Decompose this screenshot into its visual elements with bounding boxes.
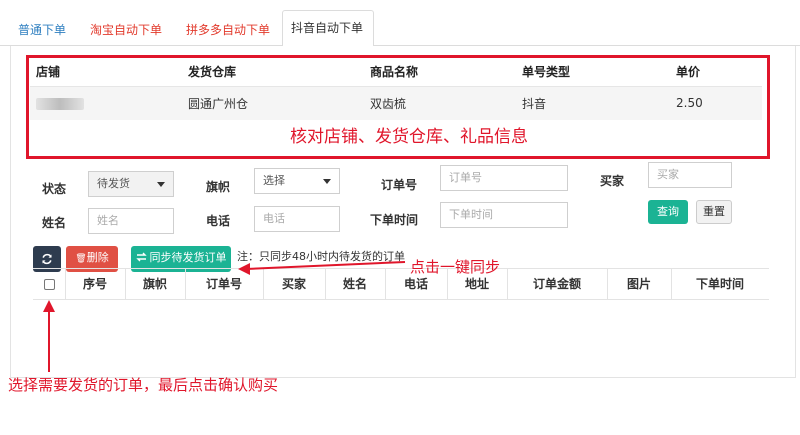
col-buyer: 买家 <box>281 277 306 291</box>
trash-icon: 🗑 <box>75 254 87 264</box>
tab-normal-order[interactable]: 普通下单 <box>10 14 74 46</box>
tab-bar: 普通下单 淘宝自动下单 拼多多自动下单 抖音自动下单 <box>0 10 800 47</box>
phone-label: 电话 <box>206 214 231 228</box>
order-table-header: 序号 旗帜 订单号 买家 姓名 电话 地址 订单金额 图片 下单时间 <box>33 268 769 300</box>
status-value: 待发货 <box>97 177 130 190</box>
sync-note: 注：只同步48小时内待发货的订单 <box>237 250 405 263</box>
status-label: 状态 <box>42 182 67 196</box>
order-no-input[interactable]: 订单号 <box>440 165 568 191</box>
name-input[interactable]: 姓名 <box>88 208 174 234</box>
chevron-down-icon <box>323 179 331 184</box>
flag-label: 旗帜 <box>206 180 231 194</box>
col-order-time: 下单时间 <box>695 277 744 291</box>
query-button[interactable]: 查询 <box>648 200 688 224</box>
sync-label: 同步待发货订单 <box>149 251 227 264</box>
info-callout: 核对店铺、发货仓库、礼品信息 <box>290 127 528 147</box>
sync-annotation: 点击一键同步 <box>410 258 501 276</box>
tab-pinduoduo-auto-order[interactable]: 拼多多自动下单 <box>178 14 278 46</box>
col-name: 姓名 <box>342 277 367 291</box>
delete-label: 删除 <box>86 251 109 264</box>
col-flag: 旗帜 <box>142 277 167 291</box>
name-label: 姓名 <box>42 216 67 230</box>
tab-douyin-auto-order[interactable]: 抖音自动下单 <box>282 10 374 47</box>
col-index: 序号 <box>82 277 107 291</box>
order-time-input[interactable]: 下单时间 <box>440 202 568 228</box>
phone-input[interactable]: 电话 <box>254 206 340 232</box>
sync-icon <box>135 252 147 262</box>
col-order-amount: 订单金额 <box>532 277 581 291</box>
col-image: 图片 <box>626 277 651 291</box>
order-time-label: 下单时间 <box>370 213 419 227</box>
flag-value: 选择 <box>263 174 285 187</box>
select-all-checkbox[interactable] <box>44 279 55 290</box>
col-order-no: 订单号 <box>205 277 242 291</box>
buyer-input[interactable]: 买家 <box>648 162 732 188</box>
buyer-label: 买家 <box>600 174 625 188</box>
order-no-label: 订单号 <box>381 178 418 192</box>
reset-button[interactable]: 重置 <box>696 200 732 224</box>
flag-select[interactable]: 选择 <box>254 168 340 194</box>
bottom-annotation: 选择需要发货的订单，最后点击确认购买 <box>8 376 279 394</box>
status-select[interactable]: 待发货 <box>88 171 174 197</box>
chevron-down-icon <box>157 182 165 187</box>
refresh-icon <box>42 253 52 265</box>
tab-taobao-auto-order[interactable]: 淘宝自动下单 <box>82 14 170 46</box>
